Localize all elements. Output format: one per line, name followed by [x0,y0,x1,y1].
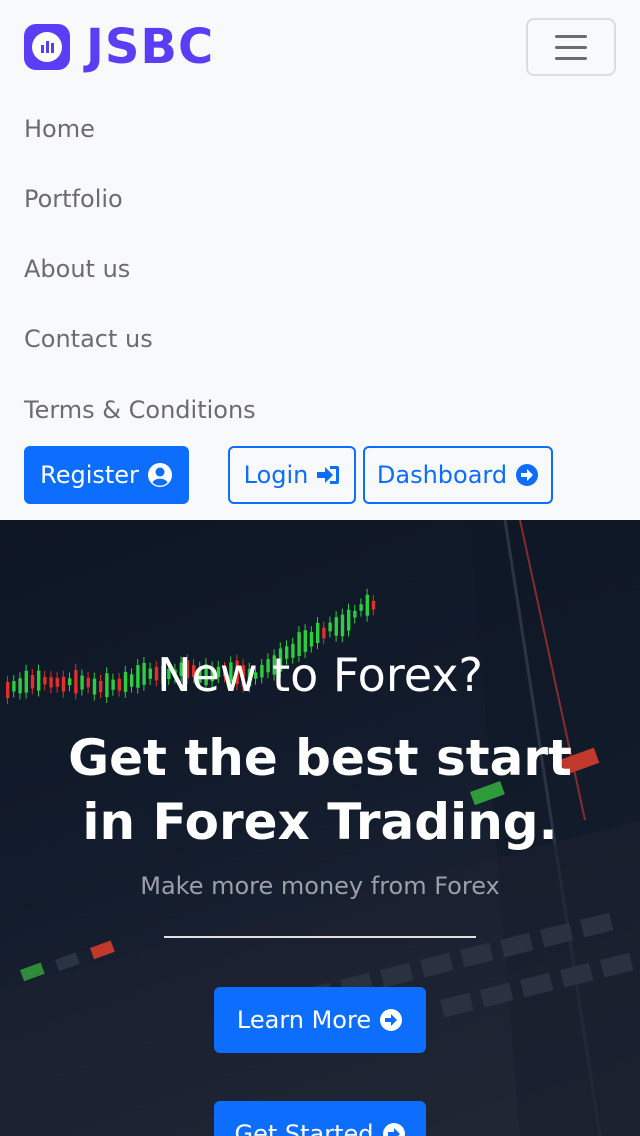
arrow-circle-right-icon [380,1009,403,1031]
nav-item-about-us[interactable]: About us [24,254,130,284]
dashboard-label: Dashboard [376,461,508,489]
login-button[interactable]: Login [228,446,356,504]
nav-item-home[interactable]: Home [24,114,95,144]
hamburger-icon [555,34,587,38]
get-started-button[interactable]: Get Started [214,1101,426,1136]
brand-link[interactable]: JSBC [24,22,214,72]
hero-heading: Get the best start in Forex Trading. [0,726,640,854]
learn-more-label: Learn More [236,1006,372,1034]
user-circle-icon [147,463,172,487]
hero-heading-line-2: in Forex Trading. [82,793,558,851]
brand-name: JSBC [86,19,215,75]
nav-item-contact-us[interactable]: Contact us [24,324,153,354]
hero-heading-small: New to Forex? [157,648,483,702]
arrow-circle-right-icon [382,1123,405,1136]
register-button[interactable]: Register [24,446,189,504]
learn-more-button[interactable]: Learn More [214,987,426,1053]
hero-section: New to Forex? Get the best start in Fore… [0,520,640,1136]
sign-in-icon [317,466,340,484]
get-started-label: Get Started [234,1120,374,1136]
nav-item-terms[interactable]: Terms & Conditions [24,395,256,425]
dashboard-button[interactable]: Dashboard [363,446,553,504]
hero-heading-line-1: Get the best start [68,729,572,787]
navbar: JSBC Home Portfolio About us Contact us … [0,0,640,520]
nav-item-portfolio[interactable]: Portfolio [24,184,123,214]
arrow-circle-right-icon [516,464,539,486]
chart-logo-icon [24,24,70,70]
register-label: Register [40,461,139,489]
hero-divider [164,936,476,938]
hero-subtitle: Make more money from Forex [140,872,500,900]
login-label: Login [243,461,309,489]
navbar-toggler-button[interactable] [526,18,616,76]
